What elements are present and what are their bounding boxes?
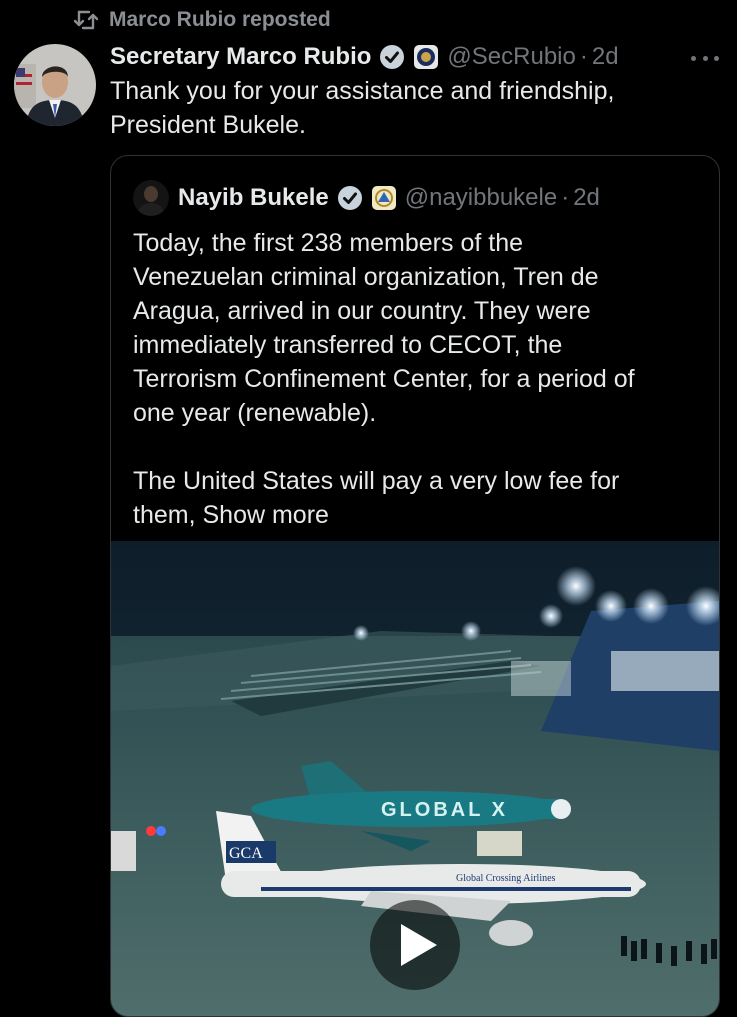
verified-badge-icon[interactable] [337, 185, 363, 211]
quoted-tweet-body: Today, the first 238 members of the Vene… [133, 229, 635, 529]
tweet-timestamp[interactable]: 2d [592, 43, 619, 71]
el-salvador-seal-icon[interactable] [371, 185, 397, 211]
quoted-author-avatar[interactable] [133, 180, 169, 216]
repost-indicator: Marco Rubio reposted [73, 6, 331, 34]
quoted-author-handle[interactable]: @nayibbukele [405, 184, 557, 212]
author-name[interactable]: Secretary Marco Rubio [110, 43, 371, 71]
play-icon [401, 924, 437, 966]
repost-icon [73, 10, 99, 30]
video-thumbnail[interactable]: GLOBAL X GCA Global Crossing Airlines [111, 541, 719, 1016]
plane-tail-gca: GCA [229, 845, 263, 862]
plane-livery-global-crossing: Global Crossing Airlines [456, 873, 556, 884]
tweet-text: Thank you for your assistance and friend… [110, 77, 615, 139]
state-department-seal-icon[interactable] [413, 44, 439, 70]
quoted-tweet-header: Nayib Bukele @nayibbukele · 2d [178, 180, 600, 216]
repost-label: Marco Rubio reposted [109, 8, 331, 31]
author-handle[interactable]: @SecRubio [447, 43, 575, 71]
plane-livery-global-x: GLOBAL X [381, 799, 508, 821]
show-more-link[interactable]: Show more [202, 501, 328, 529]
separator-dot: · [579, 43, 588, 70]
quoted-tweet-card[interactable]: Nayib Bukele @nayibbukele · 2d Today, th… [110, 155, 720, 1017]
separator-dot: · [561, 184, 570, 211]
tweet-header: Secretary Marco Rubio @SecRubio · 2d [110, 40, 619, 74]
quoted-tweet-text: Today, the first 238 members of the Vene… [133, 226, 705, 532]
quoted-tweet-timestamp[interactable]: 2d [573, 184, 600, 212]
verified-badge-icon[interactable] [379, 44, 405, 70]
quoted-author-name[interactable]: Nayib Bukele [178, 184, 329, 212]
more-dots-icon[interactable] [691, 44, 719, 72]
author-avatar[interactable] [14, 44, 96, 126]
play-button[interactable] [370, 900, 460, 990]
